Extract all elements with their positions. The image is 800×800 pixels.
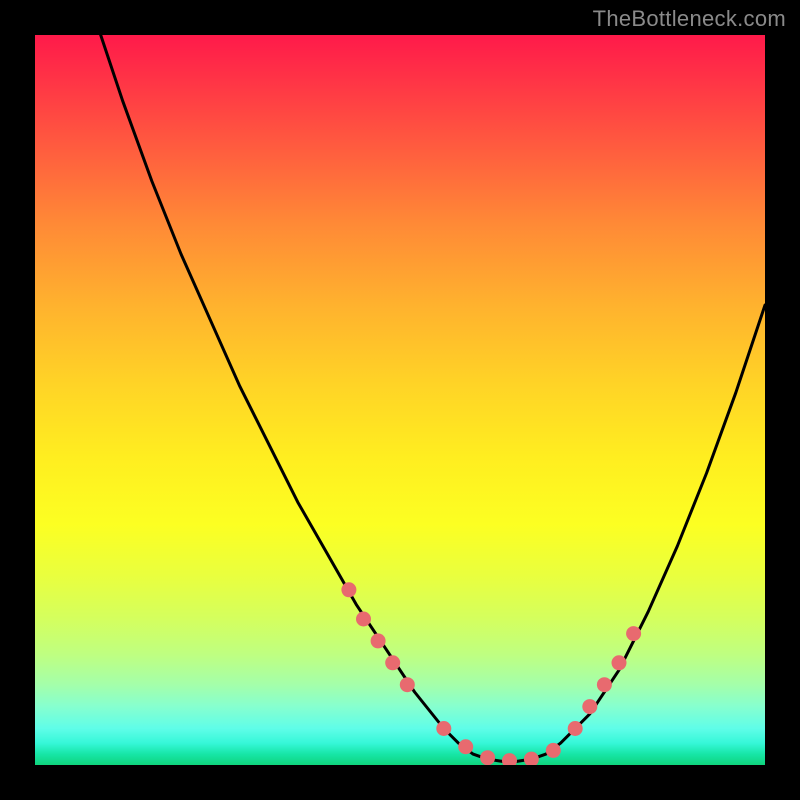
watermark-text: TheBottleneck.com: [593, 6, 786, 32]
highlight-dot: [612, 655, 627, 670]
highlight-dot: [502, 753, 517, 765]
highlight-dot: [356, 612, 371, 627]
highlight-dot: [458, 739, 473, 754]
highlight-dot: [582, 699, 597, 714]
highlight-dot: [524, 752, 539, 765]
highlight-dot: [436, 721, 451, 736]
highlight-dot: [546, 743, 561, 758]
chart-frame: TheBottleneck.com: [0, 0, 800, 800]
highlight-dot: [371, 633, 386, 648]
highlight-dot: [480, 750, 495, 765]
plot-area: [35, 35, 765, 765]
highlight-dot: [597, 677, 612, 692]
marker-group: [341, 582, 641, 765]
curve-group: [35, 35, 765, 761]
highlight-dot: [568, 721, 583, 736]
curve-svg: [35, 35, 765, 765]
highlight-dot: [385, 655, 400, 670]
bottleneck-curve: [35, 35, 765, 761]
highlight-dot: [626, 626, 641, 641]
highlight-dot: [400, 677, 415, 692]
highlight-dot: [341, 582, 356, 597]
